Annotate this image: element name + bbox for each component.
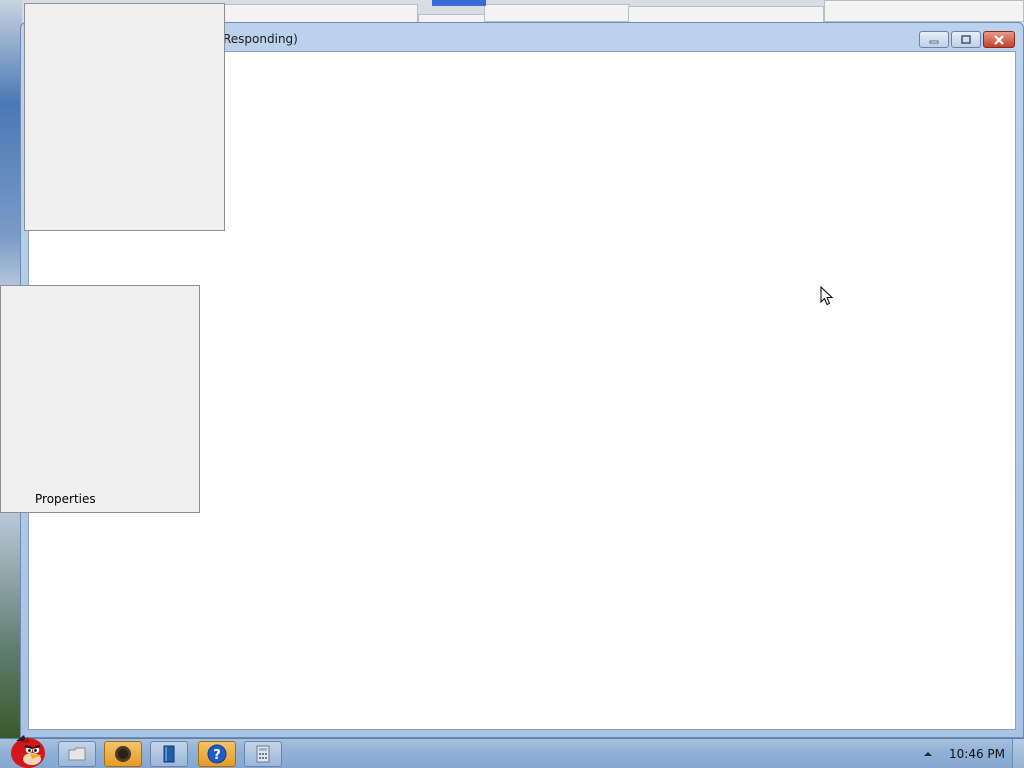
blank-popup-panel — [24, 3, 225, 231]
taskbar-button-recorder[interactable] — [104, 741, 142, 767]
folder-icon — [68, 747, 86, 761]
angry-bird-start-icon — [11, 735, 45, 768]
taskbar: ? 10:46 PM — [0, 735, 1024, 768]
minimize-icon — [929, 40, 939, 43]
start-button[interactable] — [2, 731, 52, 768]
maximize-icon — [961, 34, 971, 44]
menu-item-properties[interactable]: Properties — [35, 492, 96, 506]
tray-overflow-icon[interactable] — [922, 748, 934, 760]
ghost-window — [484, 4, 630, 22]
maximize-button[interactable] — [951, 31, 981, 48]
taskbar-clock[interactable]: 10:46 PM — [949, 747, 1005, 761]
taskbar-button-calculator[interactable] — [244, 741, 282, 767]
minimize-button[interactable] — [919, 31, 949, 48]
book-icon — [163, 745, 175, 763]
svg-text:?: ? — [213, 748, 221, 763]
taskbar-button-notebook[interactable] — [150, 741, 188, 767]
help-icon: ? — [207, 744, 227, 764]
ghost-window-bar — [432, 0, 486, 6]
close-button[interactable] — [983, 31, 1015, 48]
context-menu: Properties — [0, 285, 200, 513]
mouse-cursor-icon — [820, 286, 834, 306]
window-controls — [919, 31, 1015, 48]
record-icon — [115, 746, 131, 762]
calculator-icon — [256, 745, 270, 763]
ghost-window — [824, 0, 1024, 22]
close-icon — [994, 34, 1004, 45]
taskbar-button-explorer[interactable] — [58, 741, 96, 767]
taskbar-button-help[interactable]: ? — [198, 741, 236, 767]
window-title: Responding) — [223, 32, 298, 46]
show-desktop-button[interactable] — [1012, 739, 1024, 768]
